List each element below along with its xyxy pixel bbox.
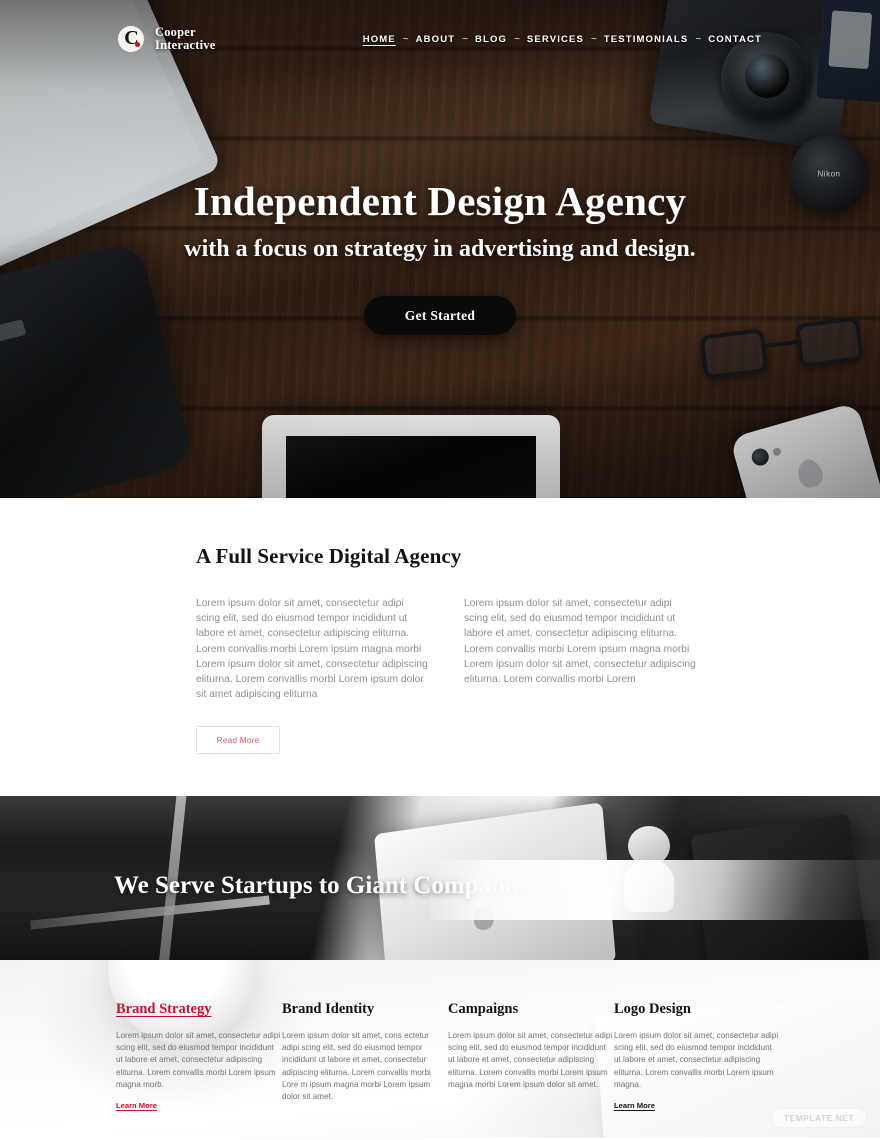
nav-separator: ~	[590, 33, 597, 45]
nav-item-home[interactable]: HOME	[363, 34, 396, 45]
about-heading: A Full Service Digital Agency	[196, 544, 462, 568]
nav-item-contact[interactable]: CONTACT	[708, 34, 762, 45]
service-column-brand-strategy: Brand Strategy Lorem ipsum dolor sit ame…	[116, 1000, 282, 1113]
about-column-1: Lorem ipsum dolor sit amet, consectetur …	[196, 596, 428, 702]
brand-logo[interactable]: C Cooper Interactive	[118, 26, 216, 52]
about-section: A Full Service Digital Agency Lorem ipsu…	[0, 498, 880, 796]
apple-logo-icon	[472, 904, 495, 932]
main-navigation: HOME ~ ABOUT ~ BLOG ~ SERVICES ~ TESTIMO…	[363, 34, 762, 45]
tablet-dark-photo-object	[690, 813, 870, 960]
nav-separator: ~	[514, 33, 520, 45]
about-content: A Full Service Digital Agency Lorem ipsu…	[196, 544, 696, 754]
about-paragraph-1: Lorem ipsum dolor sit amet, consectetur …	[196, 598, 428, 701]
service-title-brand-identity[interactable]: Brand Identity	[282, 1000, 448, 1018]
nav-separator: ~	[402, 33, 409, 45]
hero-section: ZENIT-E Nikon C Cooper Interactive	[0, 0, 880, 498]
service-title-logo-design[interactable]: Logo Design	[614, 1000, 780, 1018]
service-body-campaigns: Lorem ipsum dolor sit amet, consectetur …	[448, 1031, 613, 1089]
service-body-logo-design: Lorem ipsum dolor sit amet, consectetur …	[614, 1031, 779, 1089]
get-started-button[interactable]: Get Started	[364, 296, 516, 335]
nav-item-blog[interactable]: BLOG	[475, 34, 507, 45]
logo-letter: C	[124, 26, 138, 49]
logo-red-dot-icon	[135, 42, 140, 47]
nav-separator: ~	[695, 33, 702, 45]
about-paragraph-2: Lorem ipsum dolor sit amet, consectetur …	[464, 598, 696, 686]
brand-name-line2: Interactive	[155, 38, 216, 52]
hero-title: Independent Design Agency	[193, 178, 687, 224]
service-column-brand-identity: Brand Identity Lorem ipsum dolor sit ame…	[282, 1000, 448, 1113]
nav-item-about[interactable]: ABOUT	[416, 34, 456, 45]
service-column-logo-design: Logo Design Lorem ipsum dolor sit amet, …	[614, 1000, 780, 1113]
service-body-brand-identity: Lorem ipsum dolor sit amet, cons ectetur…	[282, 1031, 431, 1102]
serve-heading: We Serve Startups to Giant Companies	[114, 872, 533, 899]
landing-page: ZENIT-E Nikon C Cooper Interactive	[0, 0, 880, 1140]
logo-circle-icon: C	[118, 26, 144, 52]
service-title-brand-strategy[interactable]: Brand Strategy	[116, 1000, 282, 1018]
nav-item-testimonials[interactable]: TESTIMONIALS	[604, 34, 689, 45]
service-column-campaigns: Campaigns Lorem ipsum dolor sit amet, co…	[448, 1000, 614, 1113]
about-column-2: Lorem ipsum dolor sit amet, consectetur …	[464, 596, 696, 702]
brand-name: Cooper Interactive	[155, 26, 216, 52]
hero-copy: Independent Design Agency with a focus o…	[0, 178, 880, 264]
hero-subtitle: with a focus on strategy in advertising …	[184, 236, 696, 262]
learn-more-link-logo-design[interactable]: Learn More	[614, 1101, 655, 1110]
nav-item-services[interactable]: SERVICES	[527, 34, 584, 45]
learn-more-link-brand-strategy[interactable]: Learn More	[116, 1101, 157, 1110]
nav-separator: ~	[462, 33, 469, 45]
template-watermark: TEMPLATE.NET	[771, 1108, 867, 1128]
site-header: C Cooper Interactive HOME ~ ABOUT ~ BLOG…	[0, 0, 880, 78]
about-columns: Lorem ipsum dolor sit amet, consectetur …	[196, 596, 696, 702]
read-more-button[interactable]: Read More	[196, 726, 280, 754]
service-body-brand-strategy: Lorem ipsum dolor sit amet, consectetur …	[116, 1031, 281, 1089]
figurine-photo-object	[618, 826, 680, 912]
services-grid: Brand Strategy Lorem ipsum dolor sit ame…	[116, 1000, 816, 1113]
service-title-campaigns[interactable]: Campaigns	[448, 1000, 614, 1018]
